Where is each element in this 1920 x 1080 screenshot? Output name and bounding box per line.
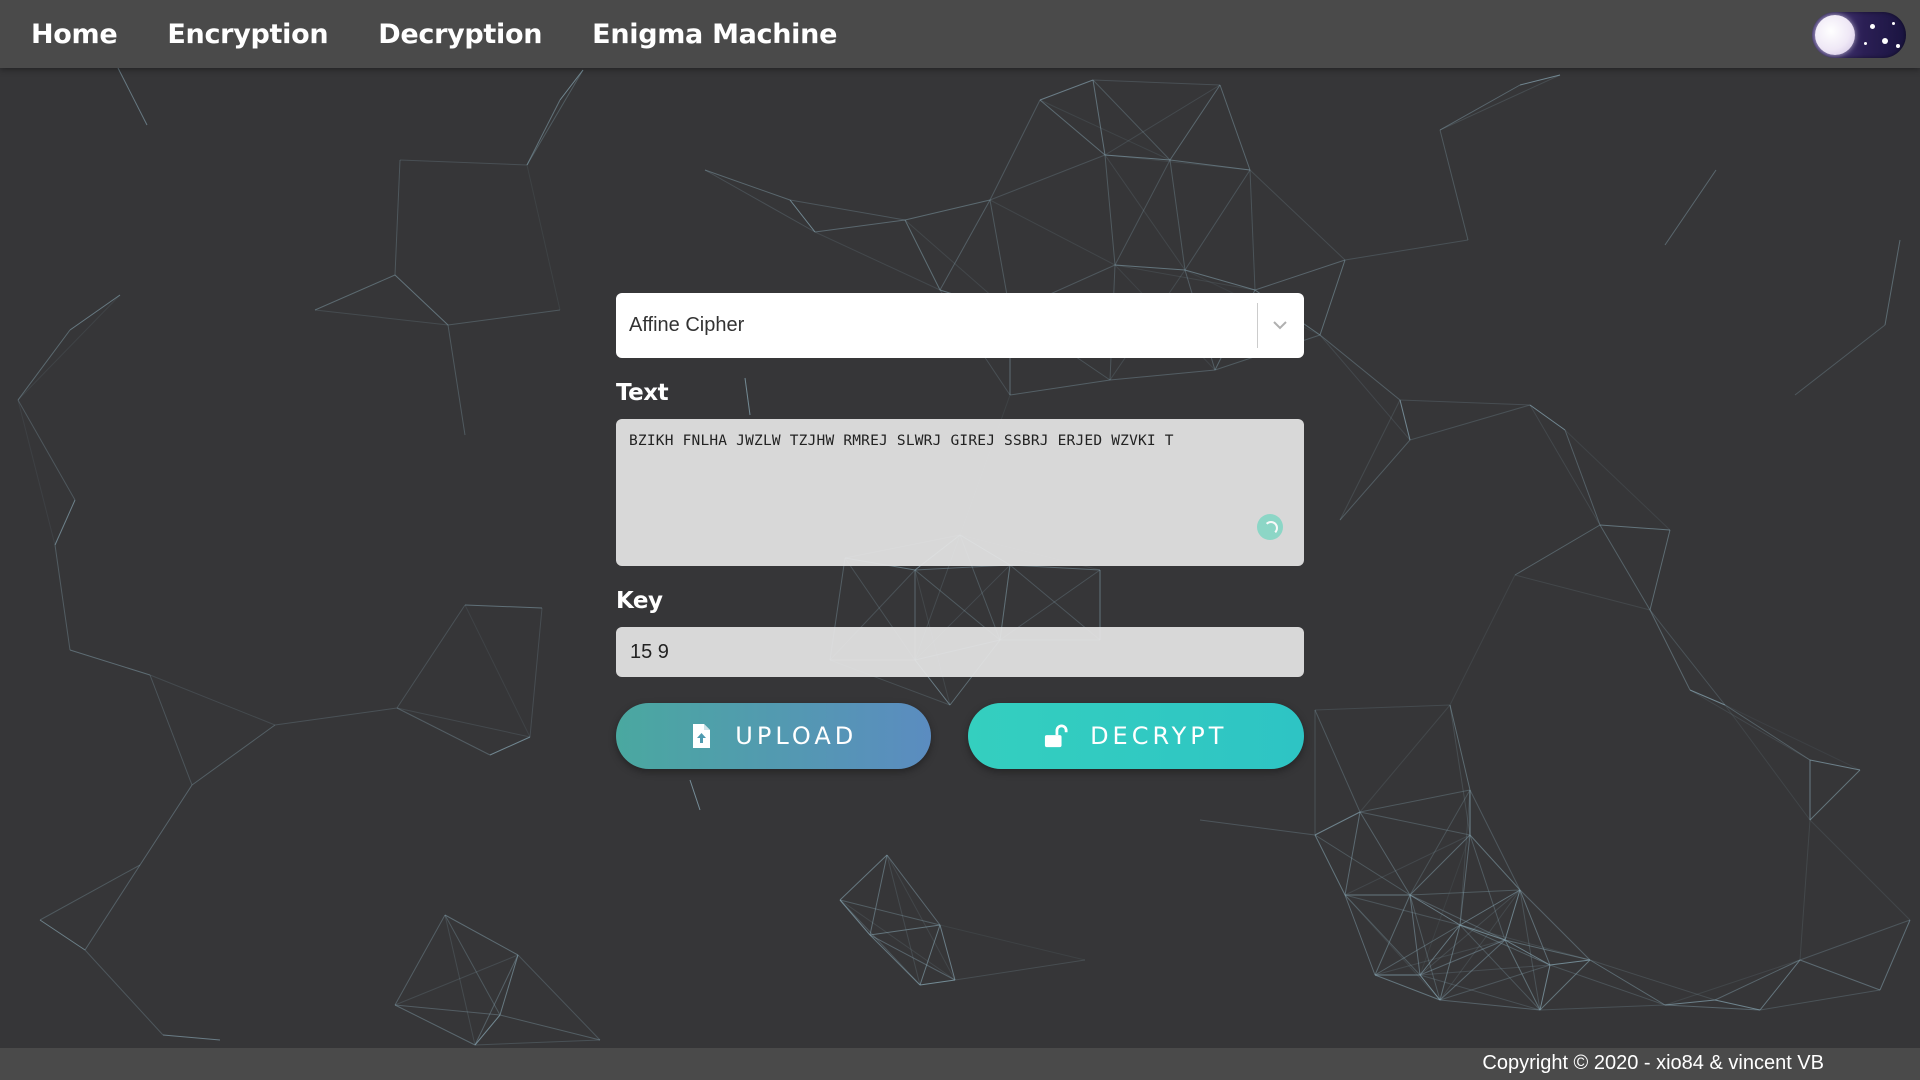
star-icon	[1882, 38, 1888, 44]
chevron-down-icon[interactable]	[1270, 315, 1290, 335]
star-icon	[1896, 44, 1900, 48]
navbar: Home Encryption Decryption Enigma Machin…	[0, 0, 1920, 68]
file-upload-icon	[693, 724, 711, 748]
moon-icon	[1815, 15, 1855, 55]
text-label: Text	[616, 380, 669, 406]
unlock-icon	[1045, 724, 1068, 748]
decrypt-button[interactable]: DECRYPT	[967, 703, 1304, 769]
text-area-container: BZIKH FNLHA JWZLW TZJHW RMREJ SLWRJ GIRE…	[616, 419, 1304, 566]
grammar-check-icon[interactable]	[1257, 514, 1283, 540]
nav-decryption[interactable]: Decryption	[378, 19, 542, 50]
cipher-select-value: Affine Cipher	[629, 314, 745, 336]
key-label: Key	[616, 588, 663, 614]
upload-button-label: UPLOAD	[735, 722, 858, 750]
select-divider	[1257, 303, 1258, 348]
nav-home[interactable]: Home	[31, 19, 118, 50]
nav-encryption[interactable]: Encryption	[167, 19, 328, 50]
upload-button[interactable]: UPLOAD	[616, 703, 931, 769]
key-input[interactable]	[616, 627, 1304, 677]
decryption-form: Affine Cipher Text BZIKH FNLHA JWZLW TZJ…	[616, 293, 1304, 769]
theme-toggle[interactable]	[1812, 12, 1906, 58]
decrypt-button-label: DECRYPT	[1090, 722, 1228, 750]
footer: Copyright © 2020 - xio84 & vincent VB	[0, 1048, 1920, 1080]
action-buttons: UPLOAD DECRYPT	[616, 703, 1304, 769]
star-icon	[1892, 22, 1895, 25]
copyright-text: Copyright © 2020 - xio84 & vincent VB	[1482, 1052, 1824, 1074]
cipher-select[interactable]: Affine Cipher	[616, 293, 1304, 358]
nav-enigma-machine[interactable]: Enigma Machine	[592, 19, 837, 50]
star-icon	[1864, 42, 1867, 45]
star-icon	[1870, 24, 1875, 29]
text-input[interactable]: BZIKH FNLHA JWZLW TZJHW RMREJ SLWRJ GIRE…	[616, 419, 1304, 566]
